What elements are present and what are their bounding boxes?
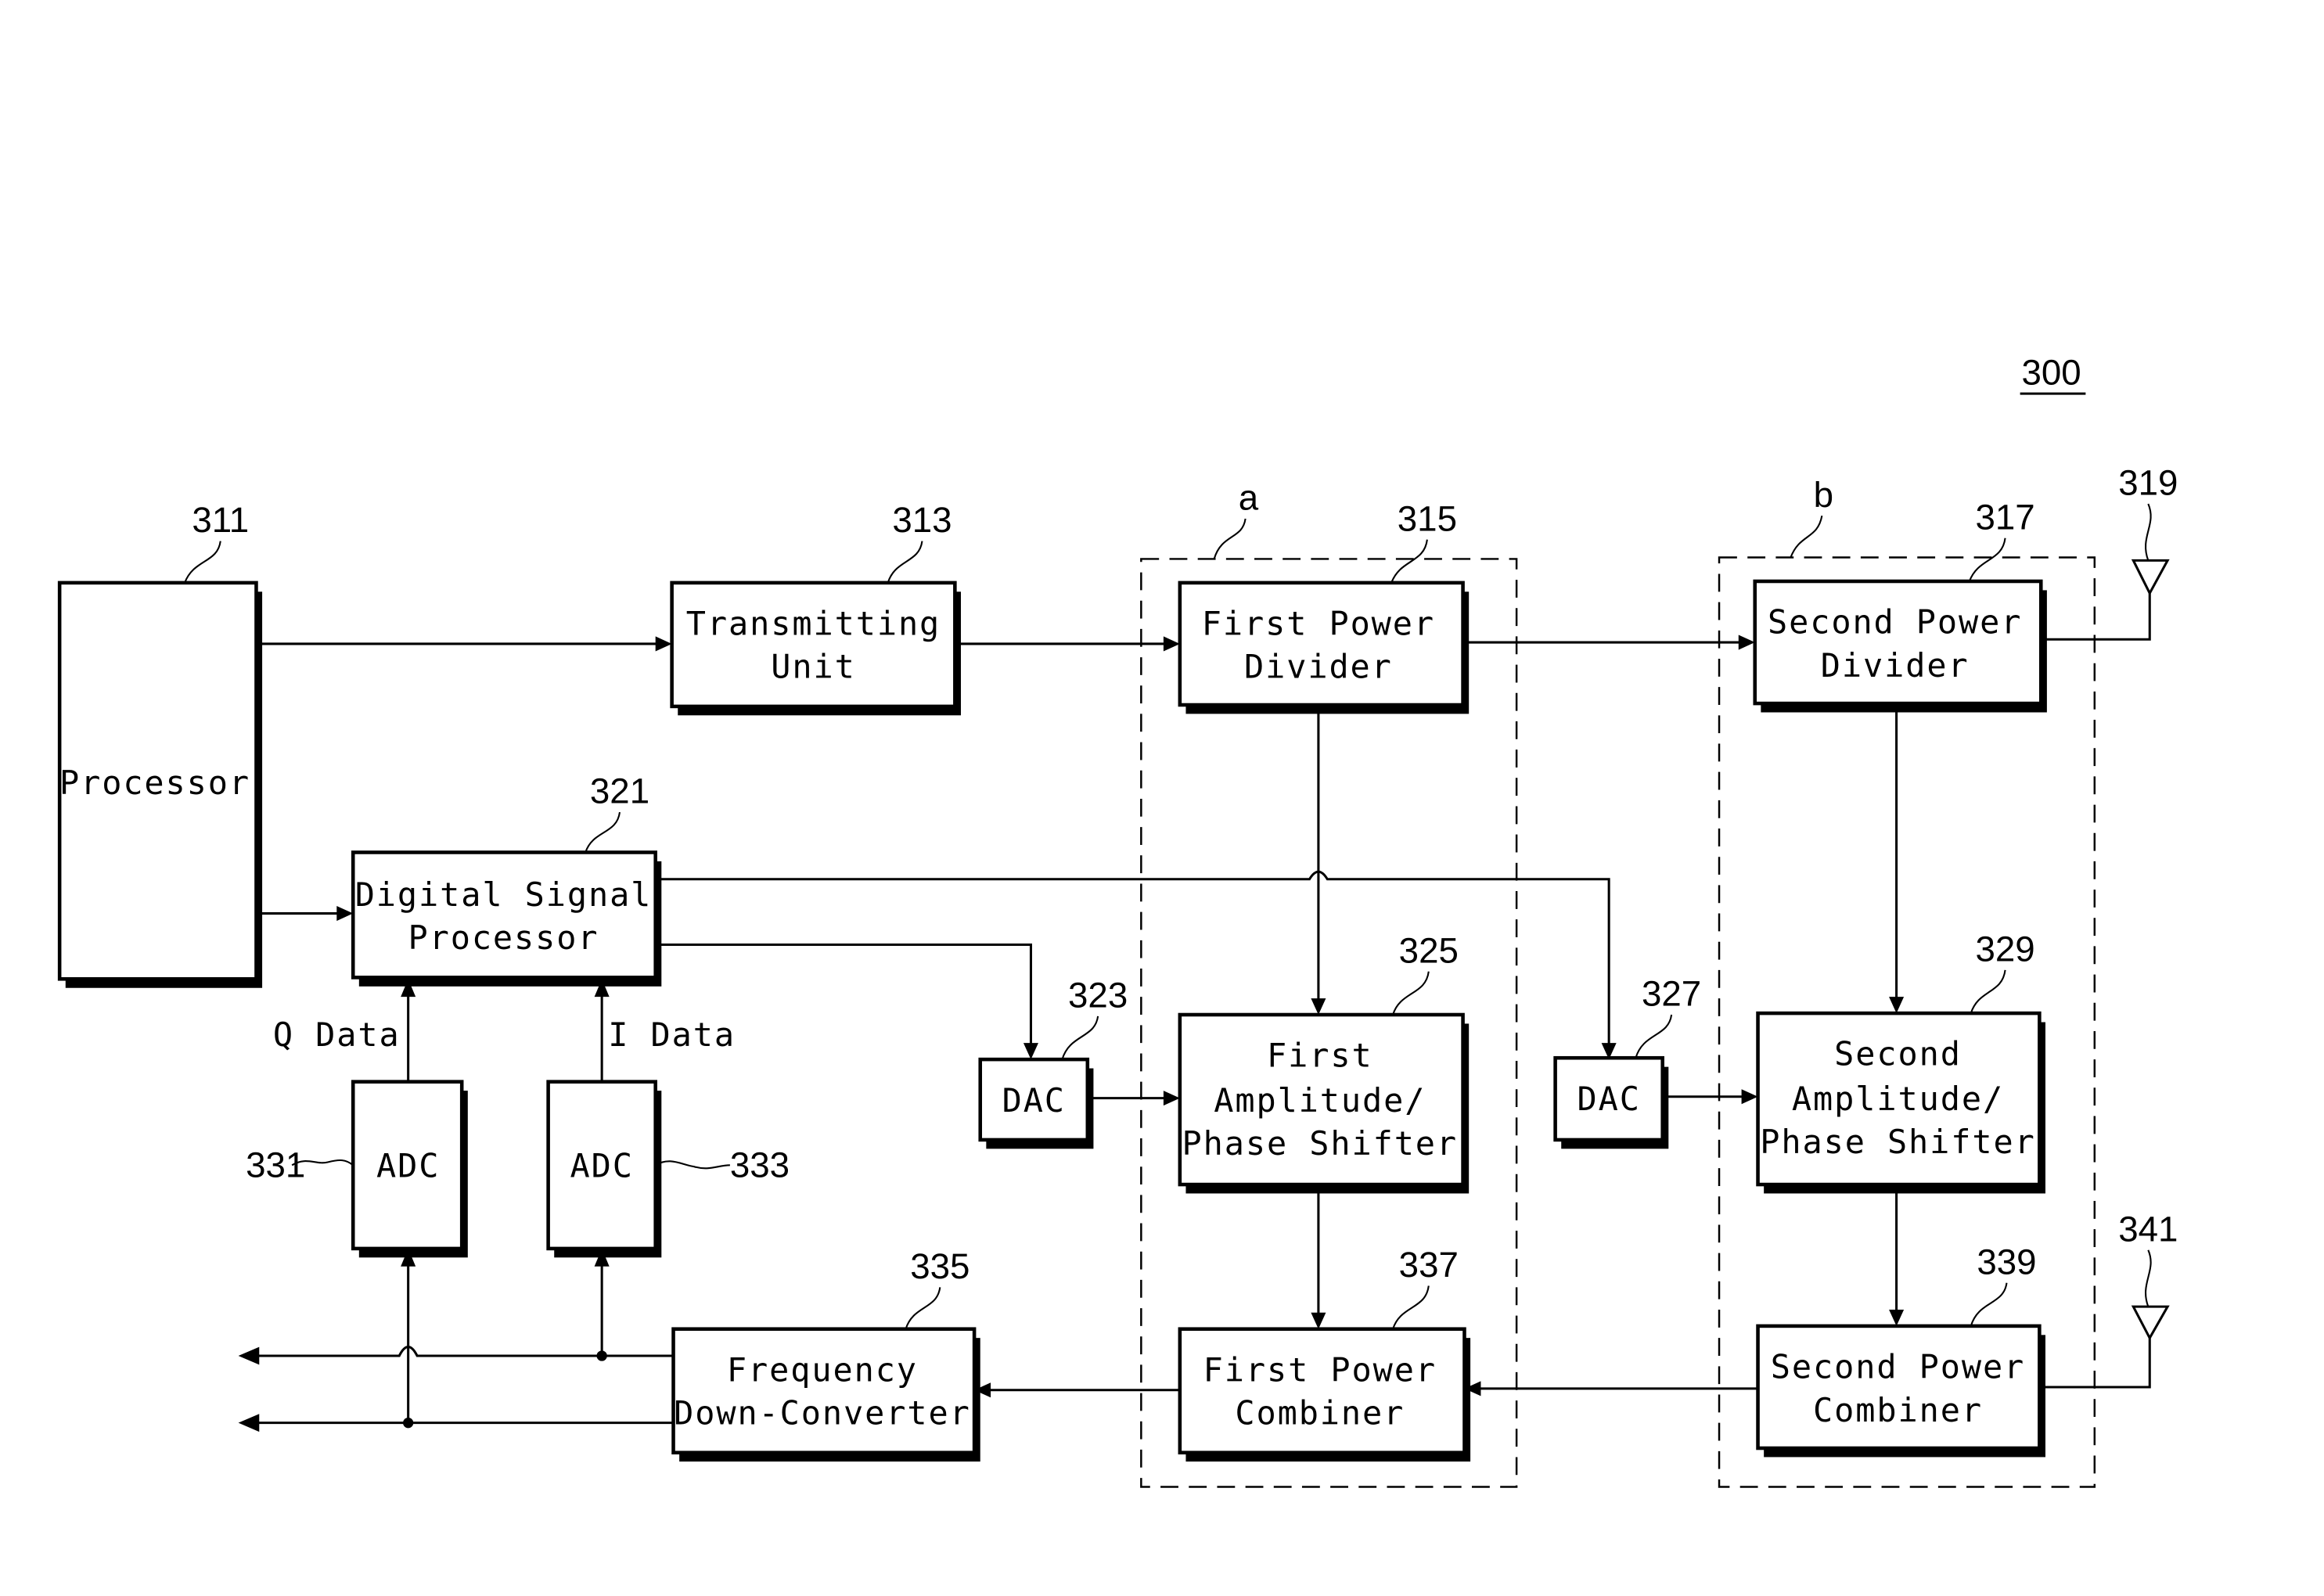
leader-329 (1970, 969, 2006, 1014)
adc-i-block: ADC (546, 1080, 662, 1258)
svg-text:Second: Second (1834, 1035, 1962, 1073)
processor-block: Processor (57, 581, 263, 988)
group-a-leader (1213, 518, 1247, 559)
arrowhead (238, 1414, 260, 1432)
ref-317: 317 (1975, 497, 2034, 537)
arrowhead (1889, 1309, 1905, 1326)
leader-327 (1635, 1014, 1673, 1059)
leader-339 (1970, 1282, 2008, 1327)
leader-337 (1392, 1285, 1430, 1330)
first-power-combiner-block: First Power Combiner (1178, 1327, 1471, 1462)
wire-dsp-to-dac2 (655, 870, 1610, 1046)
leader-311 (184, 541, 221, 584)
svg-text:ADC: ADC (376, 1147, 440, 1185)
group-b-label: b (1814, 475, 1833, 515)
leader-333 (655, 1160, 730, 1170)
ref-313: 313 (892, 500, 952, 540)
ref-339: 339 (1977, 1242, 2036, 1281)
leader-325 (1392, 971, 1430, 1015)
leader-323 (1061, 1015, 1099, 1060)
arrowhead (1889, 997, 1905, 1014)
svg-text:Digital Signal: Digital Signal (355, 875, 653, 914)
svg-text:Frequency: Frequency (727, 1350, 918, 1389)
svg-text:Transmitting: Transmitting (686, 605, 941, 643)
svg-text:DAC: DAC (1002, 1081, 1066, 1120)
arrowhead (1738, 634, 1755, 650)
first-amplitude-phase-shifter-block: First Amplitude/ Phase Shifter (1178, 1012, 1470, 1194)
adc-q-block: ADC (351, 1080, 468, 1258)
second-power-combiner-block: Second Power Combiner (1756, 1324, 2045, 1458)
ref-327: 327 (1642, 974, 1701, 1014)
leader-313 (887, 541, 923, 584)
ref-311: 311 (192, 500, 249, 540)
svg-text:Divider: Divider (1821, 646, 1970, 685)
first-power-divider-block: First Power Divider (1178, 581, 1470, 714)
svg-text:Processor: Processor (408, 918, 599, 957)
second-power-divider-block: Second Power Divider (1753, 579, 2047, 713)
svg-text:First Power: First Power (1202, 605, 1435, 643)
svg-text:Down-Converter: Down-Converter (674, 1394, 971, 1432)
dac-second-block: DAC (1553, 1055, 1669, 1149)
ref-325: 325 (1399, 930, 1459, 970)
ref-329: 329 (1975, 929, 2034, 969)
arrowhead (1311, 998, 1326, 1015)
q-data-label: Q Data (273, 1015, 401, 1054)
arrowhead (238, 1346, 260, 1365)
svg-text:Processor: Processor (59, 764, 250, 802)
svg-text:ADC: ADC (570, 1147, 633, 1185)
ref-331: 331 (246, 1145, 305, 1185)
group-a-label: a (1239, 478, 1259, 518)
figure-number: 300 (2021, 353, 2081, 393)
svg-text:Combiner: Combiner (1813, 1391, 1983, 1429)
ref-333: 333 (730, 1145, 790, 1185)
arrowhead (336, 906, 354, 922)
arrowhead (655, 636, 672, 652)
svg-text:Second Power: Second Power (1771, 1348, 2025, 1386)
i-data-label: I Data (608, 1015, 736, 1054)
leader-317 (1968, 537, 2006, 582)
svg-text:Phase Shifter: Phase Shifter (1182, 1124, 1459, 1163)
leader-315 (1390, 539, 1428, 584)
svg-text:First Power: First Power (1203, 1350, 1437, 1389)
ref-337: 337 (1399, 1245, 1459, 1285)
dac-first-block: DAC (978, 1057, 1094, 1149)
ref-341: 341 (2118, 1209, 2178, 1249)
svg-text:DAC: DAC (1577, 1080, 1640, 1118)
frequency-down-converter-block: Frequency Down-Converter (671, 1327, 980, 1462)
transmitting-unit-block: Transmitting Unit (670, 581, 961, 716)
arrowhead (1741, 1089, 1758, 1105)
ref-323: 323 (1068, 975, 1128, 1015)
arrowhead (1311, 1312, 1326, 1329)
ref-321: 321 (590, 771, 649, 811)
arrowhead (1023, 1043, 1038, 1060)
ref-319: 319 (2118, 463, 2178, 503)
svg-text:Phase Shifter: Phase Shifter (1760, 1123, 2035, 1161)
leader-335 (905, 1287, 941, 1330)
leader-341 (2145, 1249, 2152, 1307)
second-amplitude-phase-shifter-block: Second Amplitude/ Phase Shifter (1756, 1011, 2045, 1194)
arrowhead (1163, 636, 1180, 652)
svg-text:Divider: Divider (1244, 648, 1393, 686)
ref-315: 315 (1398, 498, 1457, 538)
leader-319 (2145, 503, 2152, 561)
tx-antenna-icon (2131, 559, 2170, 596)
ref-335: 335 (910, 1246, 970, 1286)
svg-text:Amplitude/: Amplitude/ (1214, 1081, 1426, 1120)
svg-text:Amplitude/: Amplitude/ (1792, 1080, 2004, 1118)
svg-text:Combiner: Combiner (1235, 1394, 1405, 1432)
group-b-leader (1790, 516, 1823, 558)
rx-antenna-icon (2131, 1305, 2170, 1341)
block-diagram: 300 a b Processor Transmitting Unit Firs… (57, 353, 2178, 1488)
svg-text:First: First (1267, 1037, 1373, 1075)
arrowhead (1163, 1091, 1180, 1106)
leader-321 (585, 811, 621, 853)
digital-signal-processor-block: Digital Signal Processor (351, 850, 662, 987)
svg-text:Unit: Unit (771, 648, 855, 686)
svg-text:Second Power: Second Power (1768, 603, 2022, 642)
wire-fdc-output-upper (256, 1346, 674, 1357)
